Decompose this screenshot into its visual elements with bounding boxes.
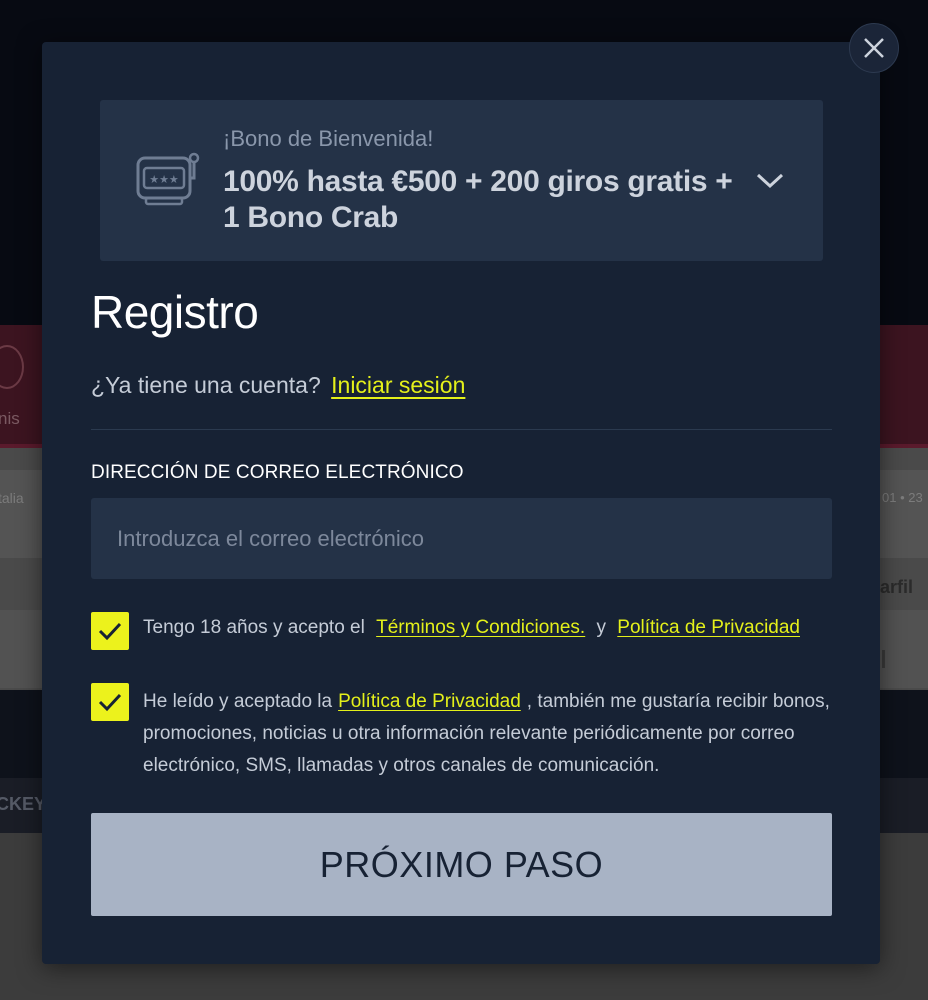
registration-modal: ★★★ ¡Bono de Bienvenida! 100% hasta €500… [42, 42, 880, 964]
welcome-bonus-selector[interactable]: ★★★ ¡Bono de Bienvenida! 100% hasta €500… [100, 100, 823, 261]
terms-and-text: y [596, 617, 607, 638]
email-field[interactable] [91, 498, 832, 579]
divider [91, 429, 832, 430]
privacy-policy-link[interactable]: Política de Privacidad [617, 617, 800, 638]
event-time-label: 01 • 23 [882, 490, 923, 505]
close-icon [864, 38, 884, 58]
privacy-policy-link-2[interactable]: Política de Privacidad [338, 691, 521, 712]
next-step-button[interactable]: PRÓXIMO PASO [91, 813, 832, 916]
profile-label: arfil [880, 577, 914, 597]
bonus-headline: 100% hasta €500 + 200 giros gratis + 1 B… [223, 165, 733, 234]
separator [882, 650, 885, 668]
close-button[interactable] [849, 23, 899, 73]
marketing-checkbox[interactable] [91, 683, 129, 721]
terms-consent-text: Tengo 18 años y acepto el Términos y Con… [143, 617, 806, 639]
login-prompt-text: ¿Ya tiene una cuenta? [91, 372, 321, 398]
slot-machine-icon: ★★★ [136, 152, 200, 206]
marketing-consent-text: He leído y aceptado la Política de Privac… [143, 686, 833, 782]
terms-link[interactable]: Términos y Condiciones. [376, 617, 585, 638]
bonus-subtitle: ¡Bono de Bienvenida! [223, 126, 434, 151]
marketing-text: He leído y aceptado la [143, 691, 333, 712]
league-label: talia [0, 490, 24, 506]
email-field-label: DIRECCIÓN DE CORREO ELECTRÓNICO [91, 462, 464, 483]
terms-checkbox[interactable] [91, 612, 129, 650]
checkmark-icon [98, 693, 122, 712]
svg-text:★★★: ★★★ [149, 173, 179, 186]
login-prompt-row: ¿Ya tiene una cuenta? Iniciar sesión [91, 372, 465, 399]
page-title: Registro [91, 286, 259, 338]
sport-tab-tennis-label: nis [0, 409, 20, 428]
login-link[interactable]: Iniciar sesión [331, 372, 465, 398]
chevron-down-icon[interactable] [755, 168, 785, 192]
checkmark-icon [98, 622, 122, 641]
terms-text: Tengo 18 años y acepto el [143, 617, 365, 638]
hockey-section-label: CKEY [0, 794, 47, 814]
